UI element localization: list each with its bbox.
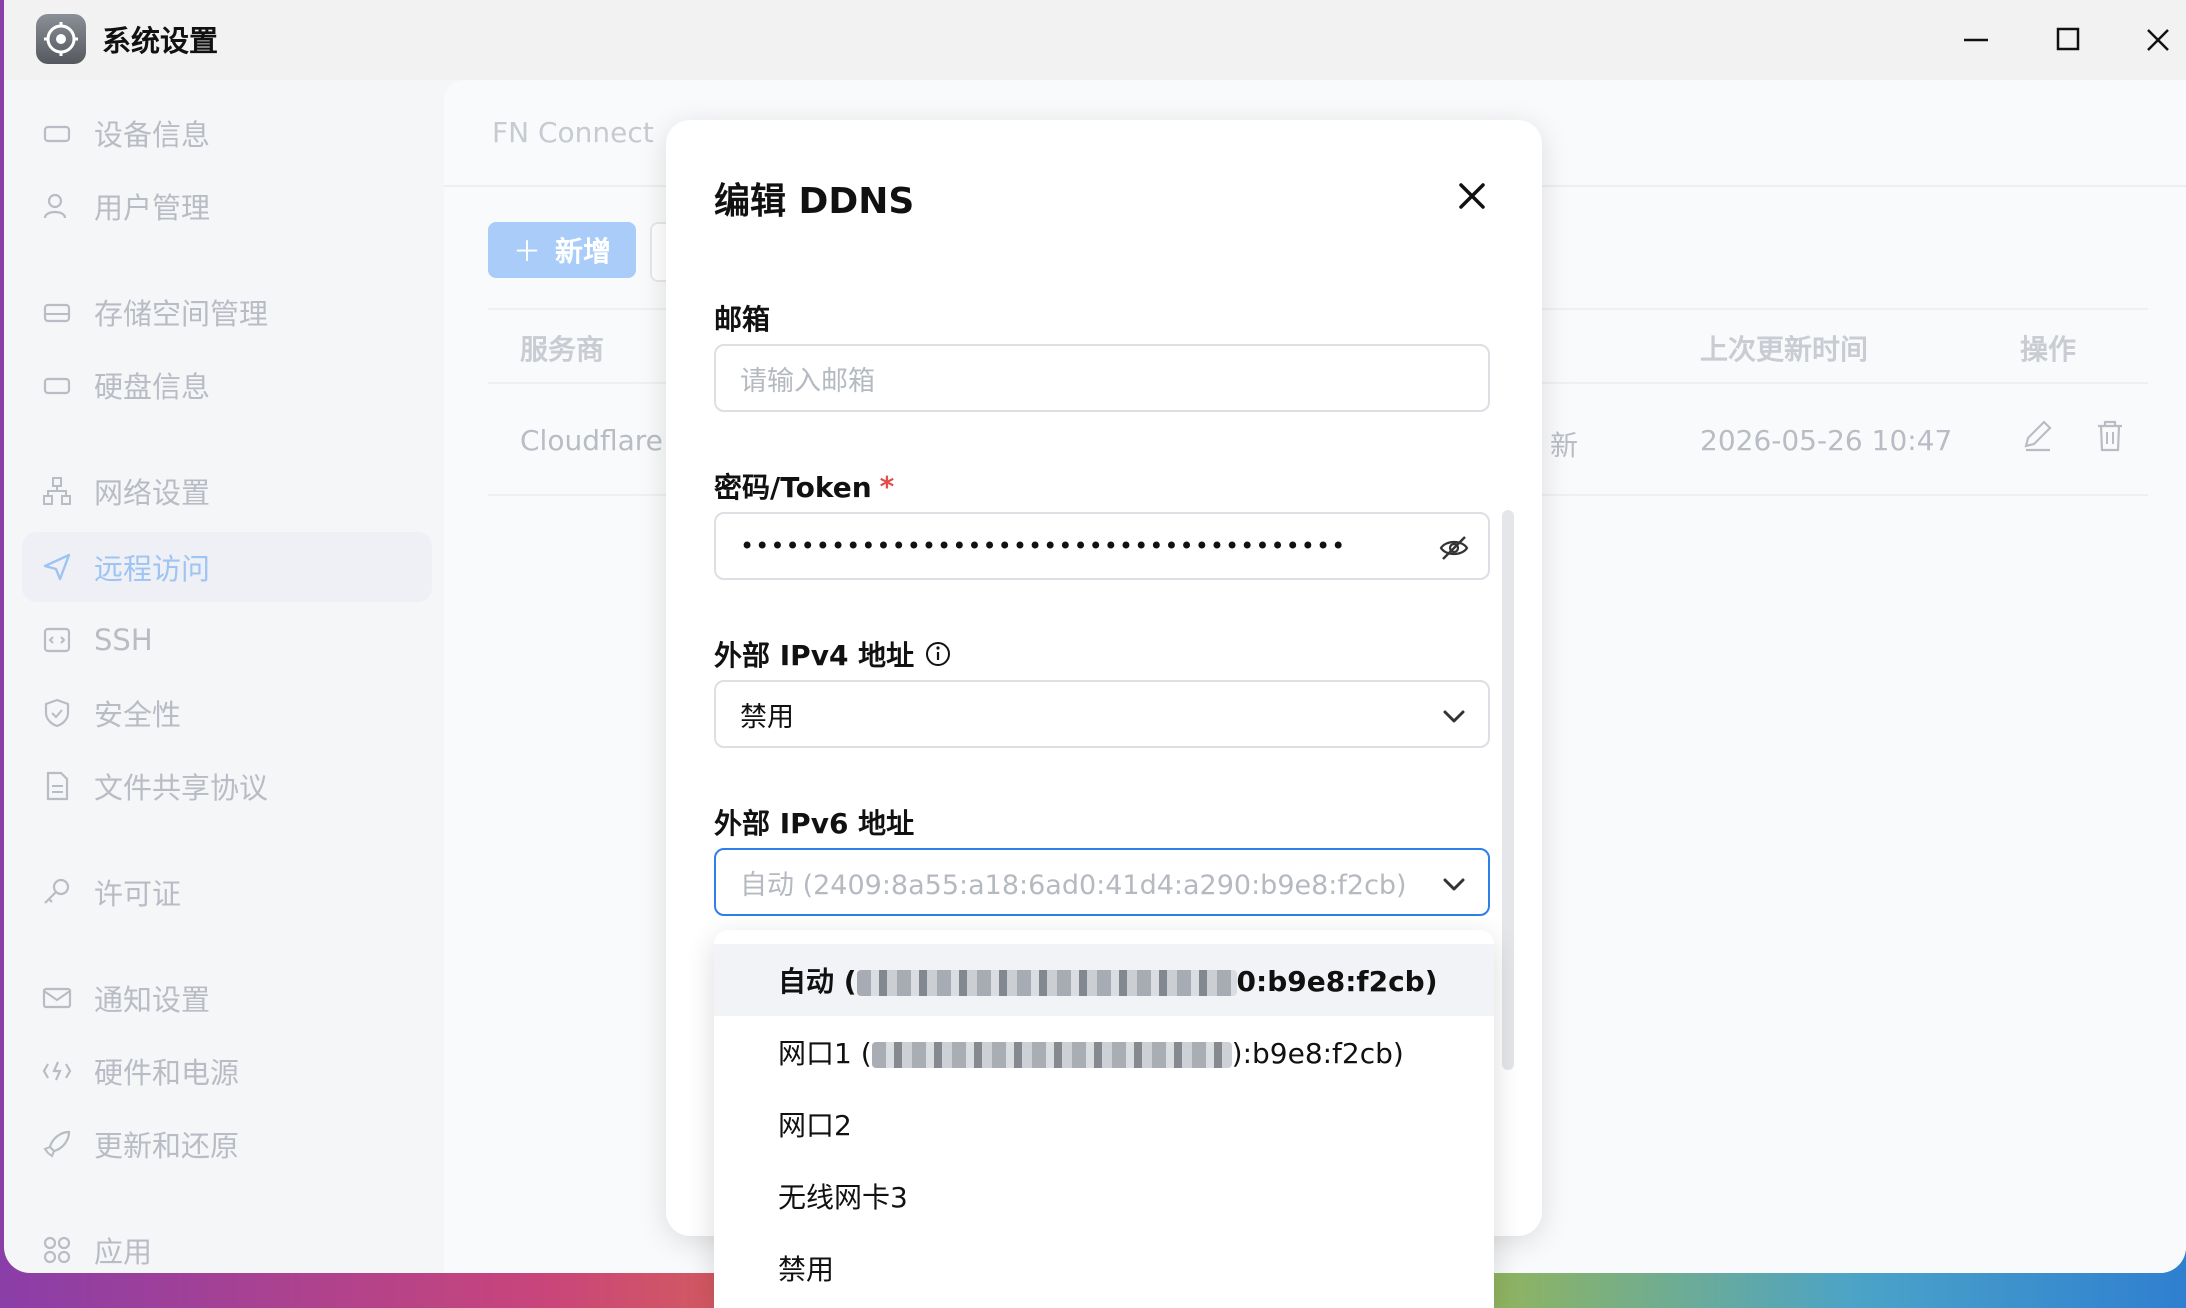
dropdown-option-port1[interactable]: 网口1 ( ):b9e8:f2cb) <box>714 1016 1494 1088</box>
token-masked-value: •••••••••••••••••••••••••••••••••••••••• <box>740 532 1347 560</box>
ipv4-label-text: 外部 IPv4 地址 <box>714 639 915 672</box>
option-label: 网口1 ( <box>778 1037 872 1070</box>
email-field[interactable]: 请输入邮箱 <box>714 344 1490 412</box>
ipv4-label: 外部 IPv4 地址 <box>714 634 952 674</box>
dropdown-option-wireless3[interactable]: 无线网卡3 <box>714 1160 1494 1232</box>
redacted-address <box>856 970 1237 996</box>
ipv4-selected-value: 禁用 <box>740 701 794 733</box>
redacted-address <box>871 1042 1232 1068</box>
option-label: 自动 ( <box>778 965 857 998</box>
ipv4-select[interactable]: 禁用 <box>714 680 1490 748</box>
chevron-down-icon <box>1440 870 1468 905</box>
info-icon[interactable] <box>924 640 952 668</box>
option-label: 无线网卡3 <box>778 1181 908 1214</box>
required-mark: * <box>879 469 895 503</box>
chevron-down-icon <box>1440 702 1468 737</box>
close-icon[interactable] <box>1452 176 1492 216</box>
dropdown-option-port2[interactable]: 网口2 <box>714 1088 1494 1160</box>
ipv6-select[interactable]: 自动 (2409:8a55:a18:6ad0:41d4:a290:b9e8:f2… <box>714 848 1490 916</box>
option-suffix: 0:b9e8:f2cb) <box>1236 965 1438 998</box>
modal-overlay: 编辑 DDNS 邮箱 请输入邮箱 密码/Token * ••••••••••••… <box>0 0 2186 1308</box>
ipv6-label: 外部 IPv6 地址 <box>714 802 914 842</box>
dropdown-option-disabled[interactable]: 禁用 <box>714 1232 1494 1304</box>
option-suffix: ):b9e8:f2cb) <box>1231 1037 1404 1070</box>
token-label-text: 密码/Token <box>714 471 872 504</box>
token-label: 密码/Token * <box>714 466 894 506</box>
option-label: 网口2 <box>778 1109 852 1142</box>
ipv6-selected-value: 自动 (2409:8a55:a18:6ad0:41d4:a290:b9e8:f2… <box>740 869 1407 901</box>
eye-off-icon[interactable] <box>1438 532 1470 571</box>
email-placeholder: 请输入邮箱 <box>740 365 875 397</box>
dropdown-option-auto[interactable]: 自动 ( 0:b9e8:f2cb) <box>714 944 1494 1016</box>
dialog-scrollbar[interactable] <box>1502 510 1514 1070</box>
ipv6-dropdown-menu: 自动 ( 0:b9e8:f2cb) 网口1 ( ):b9e8:f2cb) 网口2 无… <box>714 930 1494 1308</box>
dialog-title: 编辑 DDNS <box>714 181 915 222</box>
token-field[interactable]: •••••••••••••••••••••••••••••••••••••••• <box>714 512 1490 580</box>
email-label: 邮箱 <box>714 298 770 338</box>
ipv6-label-text: 外部 IPv6 地址 <box>714 807 915 840</box>
email-label-text: 邮箱 <box>714 303 771 336</box>
option-label: 禁用 <box>778 1253 835 1286</box>
